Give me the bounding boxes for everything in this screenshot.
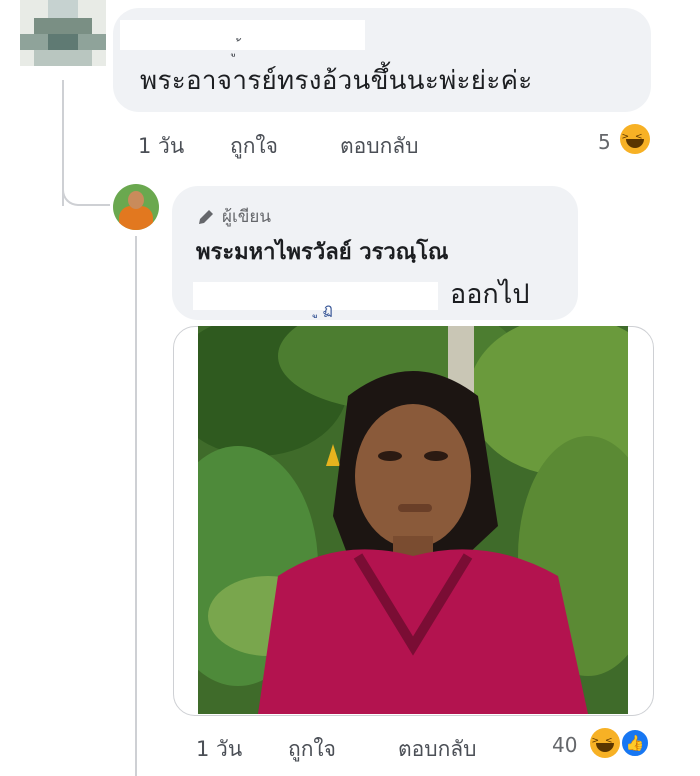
avatar[interactable] xyxy=(113,184,159,230)
reply-thread-line xyxy=(135,236,137,776)
attachment-photo[interactable] xyxy=(198,326,628,714)
reply-action[interactable]: ตอบกลับ xyxy=(340,130,419,163)
reply-text: ออกไป xyxy=(450,279,530,310)
reply-author-name[interactable]: พระมหาไพรวัลย์ วรวณฺโณ xyxy=(196,234,448,269)
author-name-fragment: ู ้ xyxy=(236,41,241,57)
comment-time[interactable]: 1 วัน xyxy=(138,130,184,163)
redacted-fragment: ู ฏ xyxy=(318,300,333,318)
pen-icon xyxy=(199,209,213,224)
like-action[interactable]: ถูกใจ xyxy=(230,130,278,163)
author-badge-label: ผู้เขียน xyxy=(222,207,271,227)
redacted-text xyxy=(193,282,438,310)
laughing-emoji-icon[interactable]: >< xyxy=(620,124,650,154)
reply-action[interactable]: ตอบกลับ xyxy=(398,733,477,766)
reaction-count[interactable]: 40 xyxy=(552,733,577,757)
like-thumb-icon[interactable]: 👍 xyxy=(620,728,650,758)
author-badge: ผู้เขียน xyxy=(196,203,271,230)
thread-connector xyxy=(62,170,110,206)
redacted-author-name xyxy=(120,20,365,50)
like-action[interactable]: ถูกใจ xyxy=(288,733,336,766)
laughing-emoji-icon[interactable]: >< xyxy=(590,728,620,758)
reaction-count[interactable]: 5 xyxy=(598,130,611,154)
avatar-pixelated[interactable] xyxy=(20,0,106,66)
reply-time[interactable]: 1 วัน xyxy=(196,733,242,766)
comment-text: พระอาจารย์ทรงอ้วนขึ้นนะพ่ะย่ะค่ะ xyxy=(140,66,533,96)
